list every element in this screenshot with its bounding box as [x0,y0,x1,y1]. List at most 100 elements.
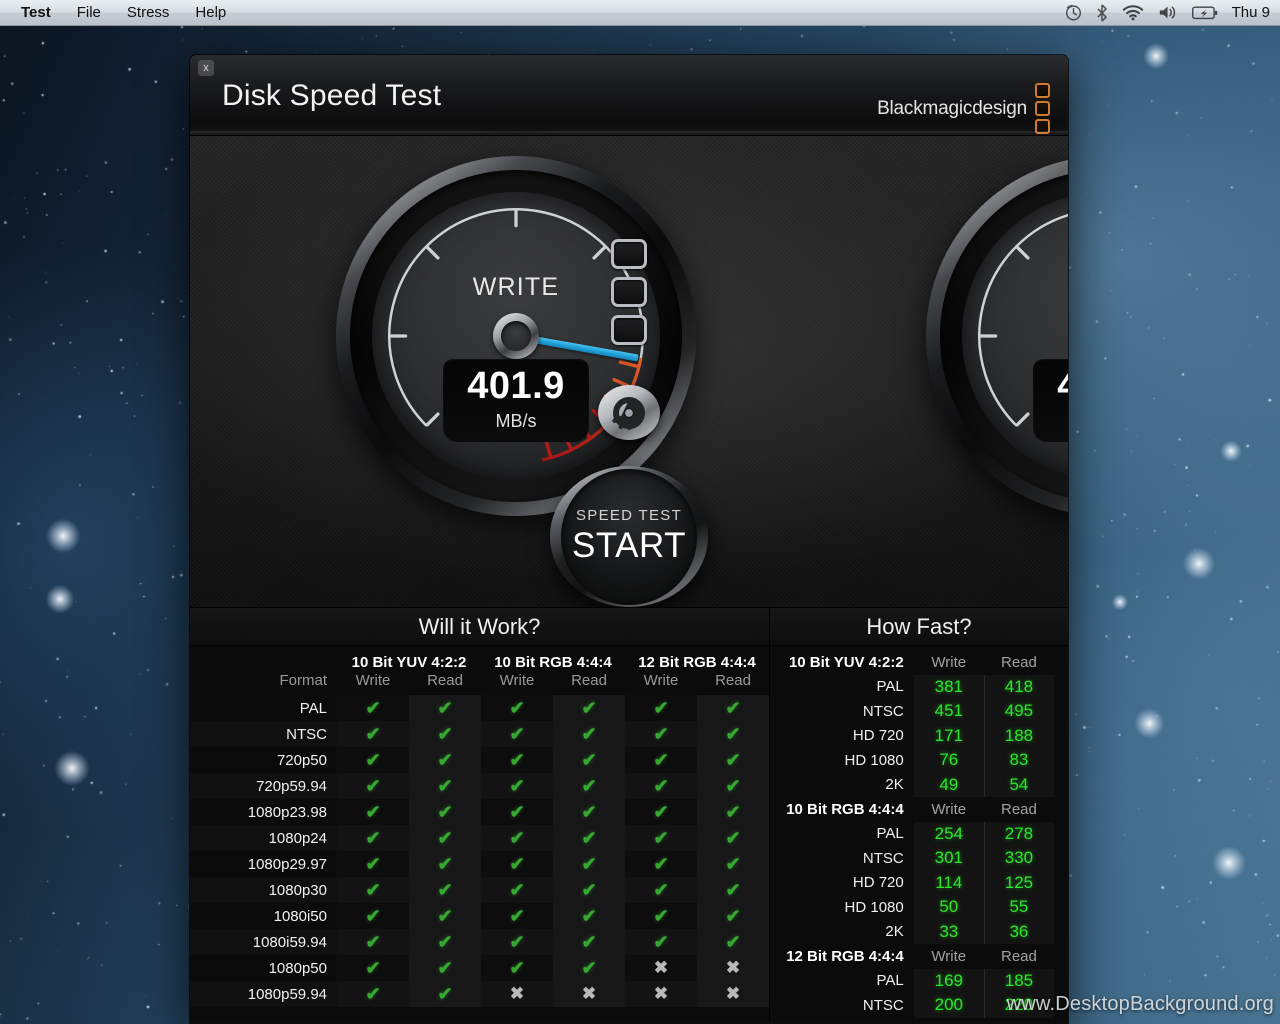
check-icon: ✔ [437,957,453,978]
support-cell: ✖ [625,981,697,1007]
support-cell: ✔ [697,695,769,721]
window-titlebar: x Disk Speed Test Blackmagicdesign [190,55,1068,136]
check-icon: ✔ [653,749,669,770]
support-cell: ✔ [625,773,697,799]
format-label: PAL [876,972,904,990]
support-cell: ✔ [697,825,769,851]
support-cell: ✔ [481,955,553,981]
menu-item-file[interactable]: File [64,0,114,25]
how-fast-group-header: 10 Bit YUV 4:2:2 Write Read [778,650,1054,675]
support-cell: ✔ [697,799,769,825]
format-label: PAL [876,825,904,843]
table-row: PAL 381 418 [778,675,1054,700]
support-cell: ✔ [481,851,553,877]
check-icon: ✔ [653,801,669,822]
support-cell: ✔ [697,877,769,903]
support-cell: ✔ [481,695,553,721]
start-button[interactable]: SPEED TEST START [550,466,708,607]
table-row: 1080i59.94 ✔ ✔ ✔ ✔ ✔ ✔ [190,929,769,955]
check-icon: ✔ [365,905,381,926]
volume-icon[interactable] [1158,4,1178,21]
disk-speed-test-window: x Disk Speed Test Blackmagicdesign WRITE [190,55,1068,1024]
how-fast-title: How Fast? [770,608,1068,646]
time-machine-icon[interactable] [1065,4,1082,21]
support-cell: ✔ [337,799,409,825]
check-icon: ✔ [725,853,741,874]
support-cell: ✔ [553,903,625,929]
group-label: 12 Bit RGB 4:4:4 [786,947,904,965]
support-cell: ✔ [553,799,625,825]
subheader: Write [355,672,391,689]
support-cell: ✔ [337,721,409,747]
bluetooth-icon[interactable] [1096,3,1108,22]
format-label: PAL [876,678,904,696]
read-gauge-bezel: READ 451.7 MB/s [940,170,1068,502]
support-cell: ✔ [409,825,481,851]
group-label: 10 Bit YUV 4:2:2 [788,653,904,671]
format-header: Format [279,672,327,689]
brand-label: Blackmagicdesign [877,97,1027,119]
support-cell: ✔ [625,851,697,877]
center-controls: SPEED TEST START [539,136,719,607]
status-led-stack [611,239,647,345]
table-row: PAL 169 185 [778,969,1054,994]
format-label: NTSC [862,849,904,867]
support-cell: ✔ [625,825,697,851]
check-icon: ✔ [437,983,453,1004]
menu-item-test[interactable]: Test [8,0,64,25]
format-label: HD 1080 [844,751,904,769]
support-cell: ✔ [697,929,769,955]
table-row: 1080p30 ✔ ✔ ✔ ✔ ✔ ✔ [190,877,769,903]
write-speed-value: 50 [914,895,984,920]
check-icon: ✔ [365,723,381,744]
format-label: 2K [885,923,904,941]
check-icon: ✔ [365,697,381,718]
format-label: NTSC [862,996,904,1014]
write-speed-value: 49 [914,773,984,798]
read-unit: MB/s [1033,411,1068,432]
will-it-work-header: 10 Bit YUV 4:2:2 10 Bit RGB 4:4:4 12 Bit… [190,646,769,695]
support-cell: ✔ [697,747,769,773]
table-row: PAL 254 278 [778,822,1054,847]
write-speed-value: 381 [914,675,984,700]
check-icon: ✔ [437,853,453,874]
gear-icon[interactable] [598,385,660,441]
table-row: NTSC 451 495 [778,699,1054,724]
check-icon: ✔ [653,931,669,952]
read-speed-value: 83 [984,748,1054,773]
menu-bar-clock[interactable]: Thu 9 [1232,4,1274,21]
table-row: 2K 49 54 [778,773,1054,798]
format-label: HD 720 [852,874,904,892]
check-icon: ✔ [725,905,741,926]
close-button[interactable]: x [198,60,214,76]
menu-item-help[interactable]: Help [182,0,239,25]
brand-mark-icon [1035,101,1050,116]
brand-mark-icon [1035,83,1050,98]
check-icon: ✔ [581,931,597,952]
check-icon: ✔ [581,775,597,796]
format-label: 1080p23.98 [247,803,327,821]
battery-icon[interactable] [1191,5,1218,20]
table-row: 1080p29.97 ✔ ✔ ✔ ✔ ✔ ✔ [190,851,769,877]
table-group-header-row: 10 Bit YUV 4:2:2 10 Bit RGB 4:4:4 12 Bit… [190,646,769,672]
check-icon: ✔ [437,827,453,848]
subheader: Write [499,672,535,689]
wifi-icon[interactable] [1122,4,1144,21]
support-cell: ✔ [625,721,697,747]
menu-item-stress[interactable]: Stress [114,0,183,25]
read-column-header: Read [1001,653,1037,671]
read-gauge-face: READ 451.7 MB/s [962,192,1068,480]
read-speed-value: 220 [984,993,1054,1018]
support-cell: ✔ [697,851,769,877]
read-speed-value: 125 [984,871,1054,896]
read-gauge-label: READ [962,273,1068,302]
will-it-work-title: Will it Work? [190,608,769,646]
table-row: 1080p24 ✔ ✔ ✔ ✔ ✔ ✔ [190,825,769,851]
write-speed-value: 76 [914,748,984,773]
table-row: NTSC ✔ ✔ ✔ ✔ ✔ ✔ [190,721,769,747]
format-label: 1080p59.94 [190,981,337,1007]
format-label: 1080p50 [268,959,327,977]
support-cell: ✖ [481,981,553,1007]
results-area: Will it Work? 10 Bit YUV 4:2:2 10 Bit RG… [190,608,1068,1022]
check-icon: ✔ [581,697,597,718]
